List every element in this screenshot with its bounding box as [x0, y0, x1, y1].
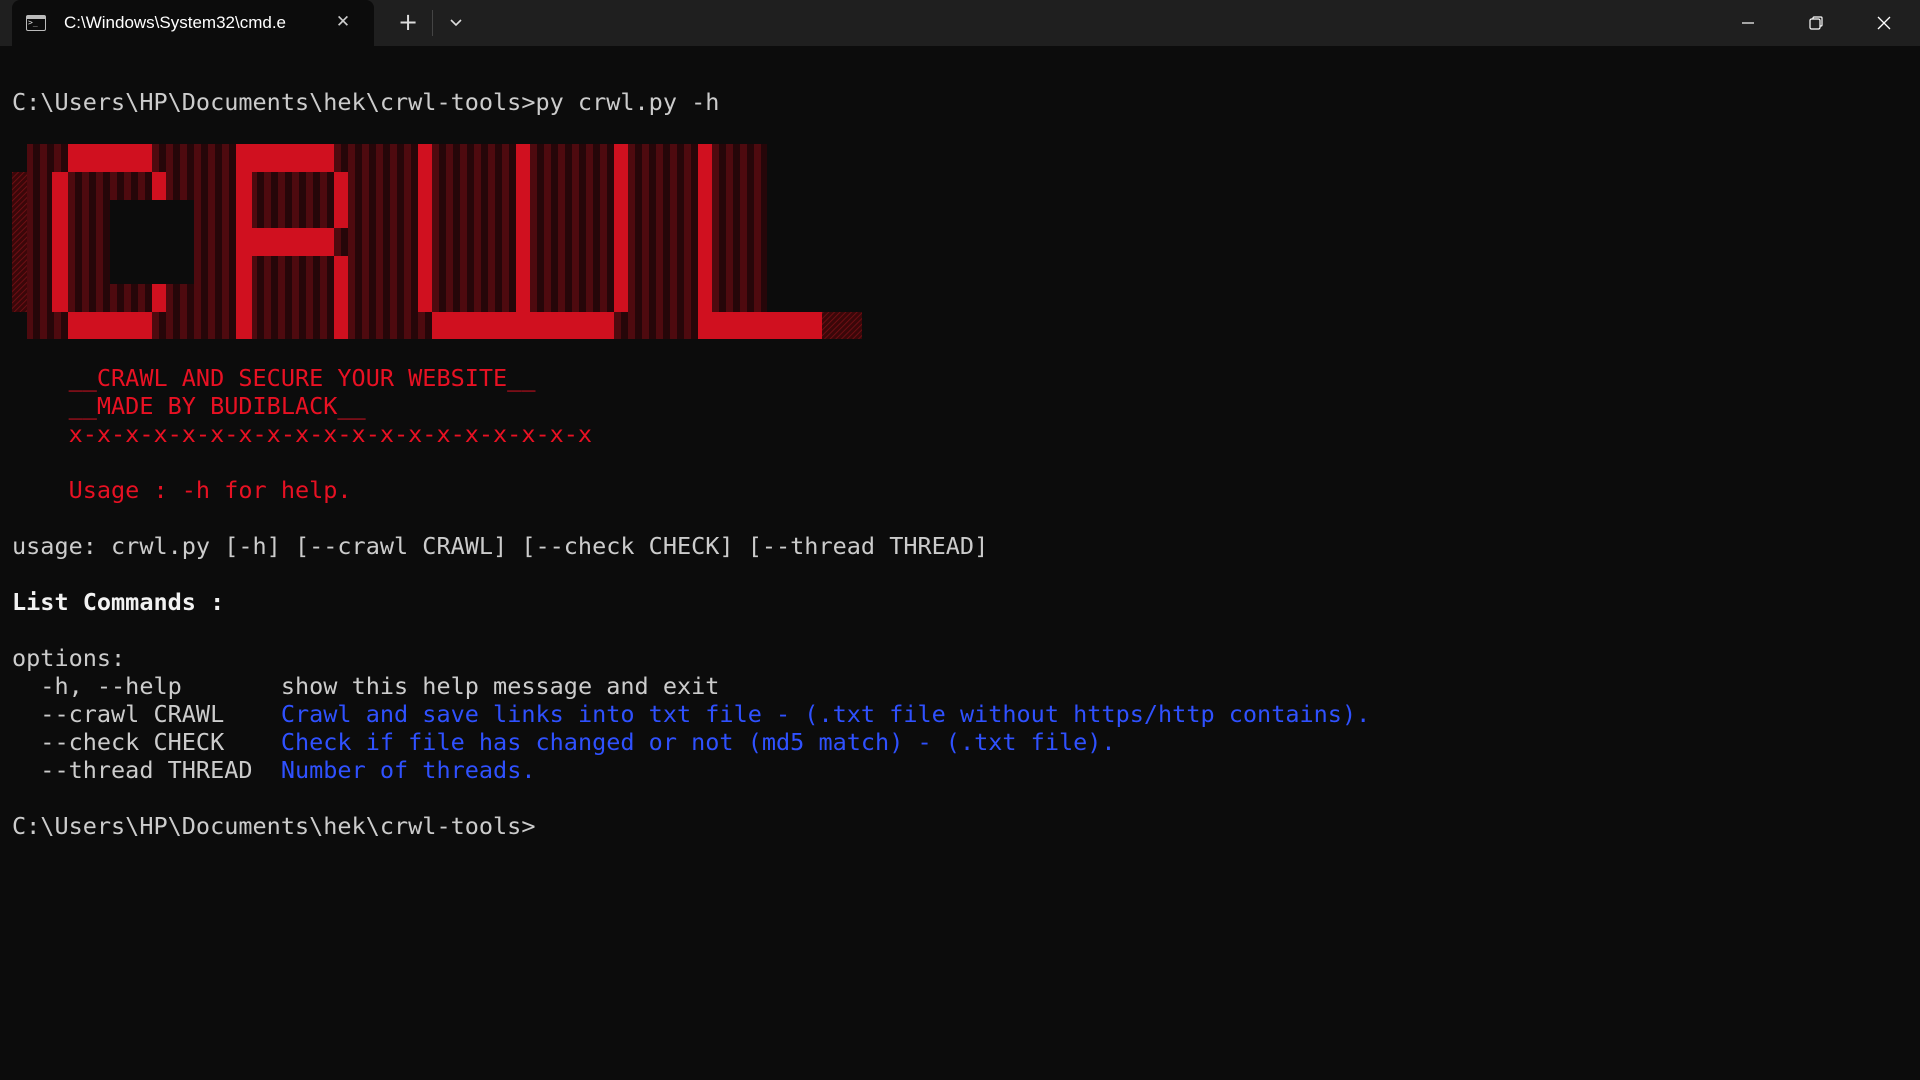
close-tab-icon[interactable]: ✕ — [332, 11, 354, 33]
banner-title: __CRAWL AND SECURE YOUR WEBSITE__ — [12, 364, 536, 392]
option-row-help: -h, --help show this help message and ex… — [12, 672, 719, 700]
minimize-icon — [1742, 22, 1754, 24]
tab-cmd[interactable]: C:\Windows\System32\cmd.e ✕ — [12, 0, 374, 46]
option-desc: show this help message and exit — [280, 672, 720, 700]
minimize-button[interactable] — [1714, 0, 1782, 46]
restore-icon — [1809, 16, 1823, 30]
final-prompt: C:\Users\HP\Documents\hek\crwl-tools> — [12, 812, 536, 840]
chevron-down-icon[interactable] — [442, 8, 470, 36]
close-window-button[interactable] — [1850, 0, 1918, 46]
list-commands-heading: List Commands : — [12, 588, 225, 616]
option-desc: Check if file has changed or not (md5 ma… — [280, 728, 1116, 756]
terminal-icon — [26, 15, 46, 31]
restore-button[interactable] — [1782, 0, 1850, 46]
banner-usage: Usage : -h for help. — [12, 476, 352, 504]
banner-author: __MADE BY BUDIBLACK__ — [12, 392, 366, 420]
options-heading: options: — [12, 644, 126, 672]
tab-title: C:\Windows\System32\cmd.e — [64, 13, 287, 32]
tab-separator — [432, 10, 433, 36]
option-desc: Crawl and save links into txt file - (.t… — [280, 700, 1371, 728]
usage-line: usage: crwl.py [-h] [--crawl CRAWL] [--c… — [12, 532, 989, 560]
title-bar: C:\Windows\System32\cmd.e ✕ + — [0, 0, 1920, 46]
option-flag: --check CHECK — [12, 728, 281, 756]
option-flag: --thread THREAD — [12, 756, 281, 784]
window-bottom-edge — [0, 1076, 1920, 1080]
ascii-art-logo — [12, 144, 862, 339]
option-flag: -h, --help — [12, 672, 281, 700]
new-tab-button[interactable]: + — [394, 8, 422, 36]
close-icon — [1877, 16, 1891, 30]
option-row-check: --check CHECK Check if file has changed … — [12, 728, 1116, 756]
option-desc: Number of threads. — [280, 756, 536, 784]
option-row-crawl: --crawl CRAWL Crawl and save links into … — [12, 700, 1370, 728]
option-row-thread: --thread THREAD Number of threads. — [12, 756, 536, 784]
prompt-command: C:\Users\HP\Documents\hek\crwl-tools>py … — [12, 88, 720, 116]
terminal-output[interactable]: C:\Users\HP\Documents\hek\crwl-tools>py … — [12, 46, 1912, 1076]
option-flag: --crawl CRAWL — [12, 700, 281, 728]
banner-divider: x-x-x-x-x-x-x-x-x-x-x-x-x-x-x-x-x-x-x — [12, 420, 593, 448]
